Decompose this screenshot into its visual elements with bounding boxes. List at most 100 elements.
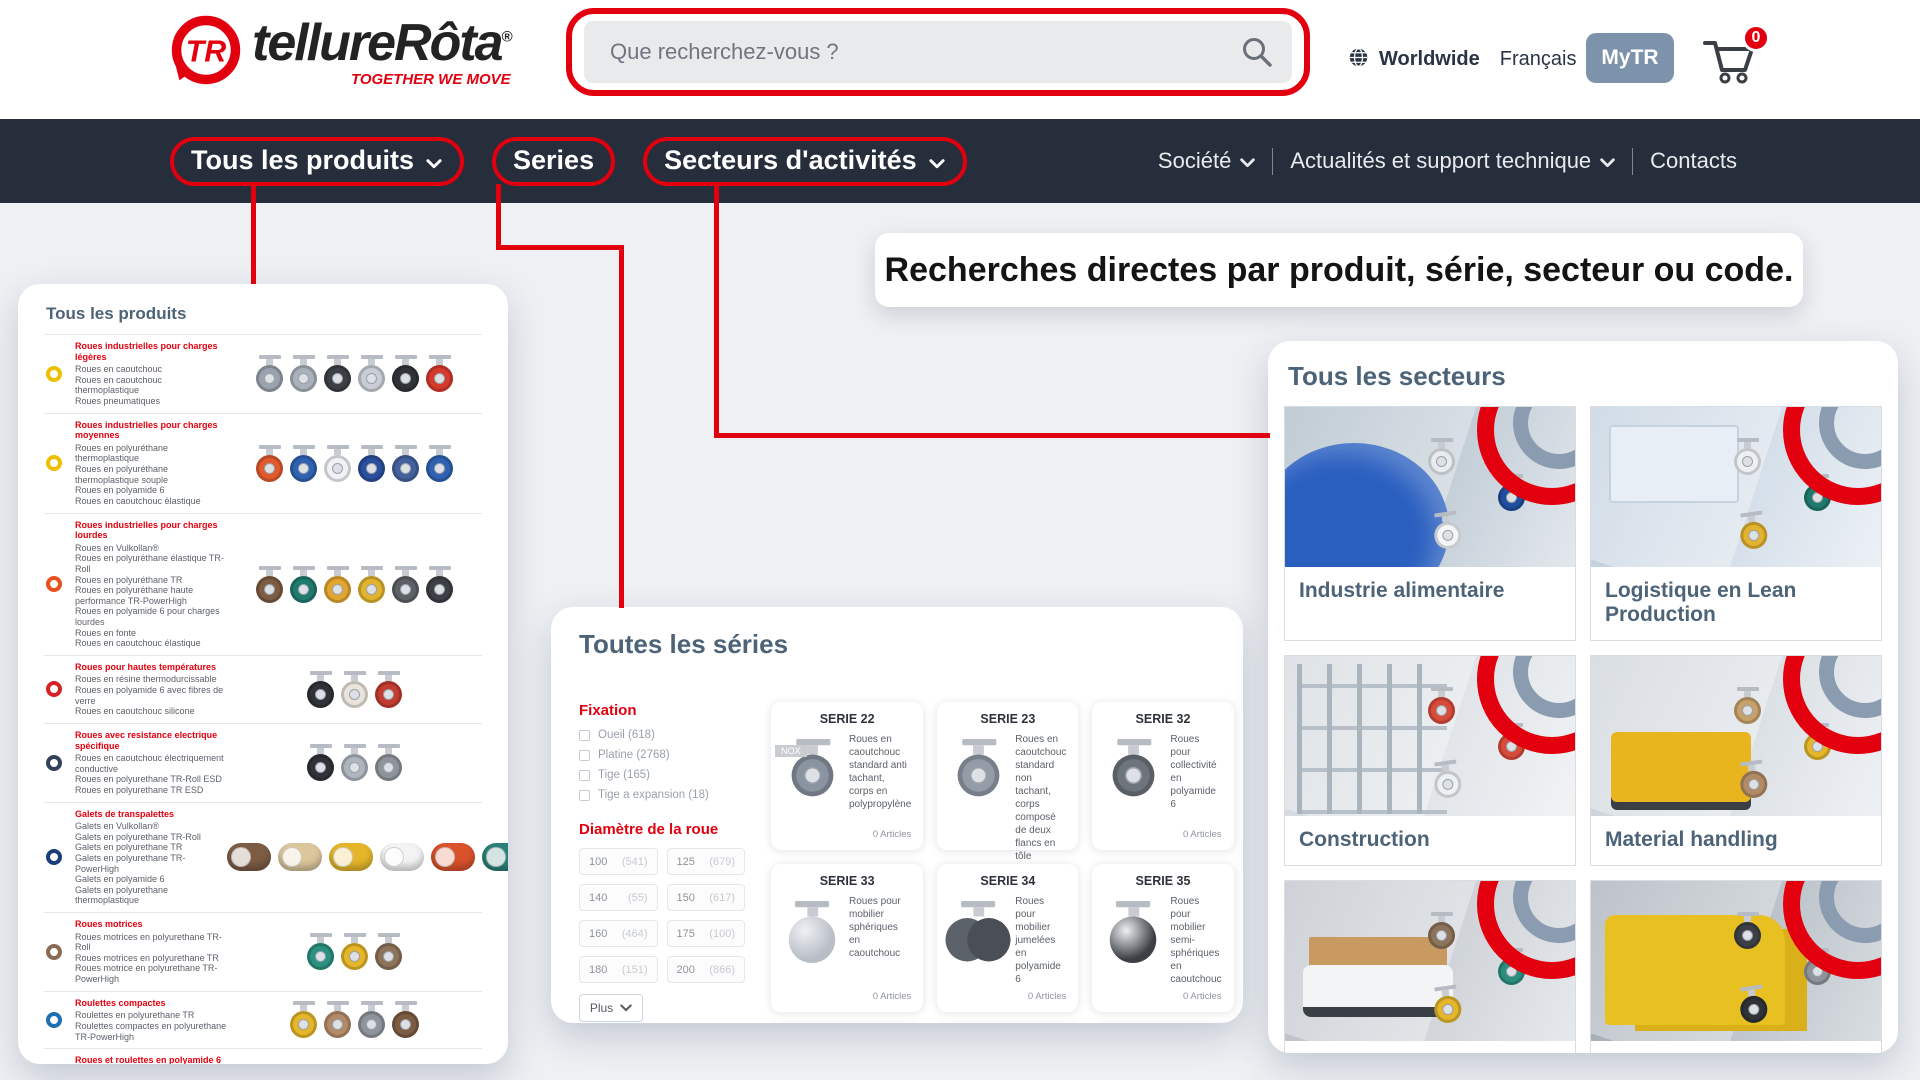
cart-button[interactable]: 0	[1702, 34, 1762, 90]
category-sub-item[interactable]: Galets en polyamide 6	[75, 874, 227, 885]
nav-item-tous-les-produits[interactable]: Tous les produits	[170, 137, 464, 186]
fixation-checkbox-option[interactable]: Oueil (618)	[579, 729, 745, 741]
diameter-filter-button[interactable]: 125(679)	[667, 848, 746, 875]
brand-logo[interactable]: TR tellureRôta® TOGETHER WE MOVE	[168, 12, 511, 93]
wheel-part	[434, 463, 445, 474]
category-sub-item[interactable]: Galets en Vulkollan®	[75, 821, 227, 832]
category-sub-item[interactable]: Roues en caoutchouc	[75, 364, 227, 375]
checkbox[interactable]	[579, 790, 590, 801]
product-category-row[interactable]: Roulettes compactesRoulettes en polyuret…	[44, 991, 482, 1048]
wheel-part	[358, 365, 385, 392]
product-category-row[interactable]: Roues et roulettes en polyamide 6 confor…	[44, 1048, 482, 1064]
product-category-row[interactable]: Roues motrices Roues motrices en polyuret…	[44, 912, 482, 991]
category-sub-item[interactable]: Roues en caoutchouc électriquement condu…	[75, 753, 227, 774]
fixation-checkbox-option[interactable]: Platine (2768)	[579, 749, 745, 761]
language-selector[interactable]: Français	[1500, 48, 1577, 71]
search-bar[interactable]	[584, 21, 1292, 83]
more-filters-button[interactable]: Plus	[579, 994, 643, 1022]
category-sub-item[interactable]: Roues en polyuréthane thermoplastique so…	[75, 464, 227, 485]
category-sub-item[interactable]: Roues pneumatiques	[75, 396, 227, 407]
category-sub-item[interactable]: Roues en polyurethane TR ESD	[75, 785, 227, 796]
category-sub-item[interactable]: Roulettes compactes en polyurethane TR-P…	[75, 1021, 227, 1042]
wheel-image	[358, 566, 385, 603]
checkbox[interactable]	[579, 770, 590, 781]
category-title[interactable]: Roues industrielles pour charges moyenne…	[75, 420, 227, 441]
category-sub-item[interactable]: Roues motrices en polyurethane TR	[75, 953, 227, 964]
series-card[interactable]: SERIE 32Roues pour collectivité en polya…	[1092, 702, 1233, 850]
category-sub-item[interactable]: Roues en fonte	[75, 628, 227, 639]
category-sub-item[interactable]: Roues en polyuréthane thermoplastique	[75, 443, 227, 464]
sector-card[interactable]: Material handling	[1590, 655, 1882, 866]
diameter-filter-button[interactable]: 200(866)	[667, 956, 746, 983]
series-card[interactable]: SERIE 33Roues pour mobilier sphériques e…	[771, 864, 923, 1012]
diameter-filter-button[interactable]: 150(617)	[667, 884, 746, 911]
fixation-checkbox-option[interactable]: Tige a expansion (18)	[579, 789, 745, 801]
category-sub-item[interactable]: Roues en polyamide 6 pour charges lourde…	[75, 606, 227, 627]
category-sub-item[interactable]: Roues en polyuréthane haute performance …	[75, 585, 227, 606]
mytr-button[interactable]: MyTR	[1586, 33, 1674, 83]
sector-card[interactable]: Construction	[1284, 655, 1576, 866]
product-category-row[interactable]: Roues industrielles pour charges légères…	[44, 334, 482, 413]
nav-item-secteurs-d-activit-s[interactable]: Secteurs d'activités	[643, 137, 967, 186]
locale-switcher: Worldwide Français	[1348, 0, 1576, 119]
category-sub-item[interactable]: Galets en polyurethane TR-Roll	[75, 832, 227, 843]
series-card[interactable]: SERIE 22NOXRoues en caoutchouc standard …	[771, 702, 923, 850]
diameter-filter-button[interactable]: 175(100)	[667, 920, 746, 947]
nav-item-contacts[interactable]: Contacts	[1650, 148, 1737, 174]
category-sub-item[interactable]: Roues en polyamide 6	[75, 485, 227, 496]
category-sub-item[interactable]: Roues en caoutchouc silicone	[75, 706, 227, 717]
region-selector[interactable]: Worldwide	[1379, 48, 1480, 71]
category-sub-item[interactable]: Roues motrice en polyurethane TR-PowerHi…	[75, 963, 227, 984]
nav-item-actualit-s-et-support-technique[interactable]: Actualités et support technique	[1290, 148, 1615, 174]
nav-item-series[interactable]: Series	[492, 137, 615, 186]
category-title[interactable]: Roulettes compactes	[75, 998, 227, 1009]
category-title[interactable]: Roues motrices	[75, 919, 227, 930]
category-sub-item[interactable]: Galets en polyurethane TR	[75, 842, 227, 853]
product-category-row[interactable]: Roues avec resistance electrique spécifi…	[44, 723, 482, 802]
series-card[interactable]: SERIE 35Roues pour mobilier semi-sphériq…	[1092, 864, 1233, 1012]
category-sub-item[interactable]: Roues en Vulkollan®	[75, 543, 227, 554]
series-card[interactable]: SERIE 23Roues en caoutchouc standard non…	[937, 702, 1078, 850]
category-sub-item[interactable]: Roues en polyamide 6 avec fibres de verr…	[75, 685, 227, 706]
checkbox[interactable]	[579, 750, 590, 761]
category-sub-item[interactable]: Galets en polyurethane TR-PowerHigh	[75, 853, 227, 874]
diameter-filter-button[interactable]: 160(464)	[579, 920, 658, 947]
product-category-row[interactable]: Roues industrielles pour charges moyenne…	[44, 413, 482, 513]
series-card-description: Roues pour mobilier semi-sphériques en c…	[1170, 895, 1221, 991]
wheel-image	[256, 445, 283, 482]
wheel-part	[1433, 769, 1463, 799]
product-category-row[interactable]: Galets de transpalettesGalets en Vulkoll…	[44, 802, 482, 912]
category-sub-item[interactable]: Roues en caoutchouc élastique	[75, 638, 227, 649]
sector-card[interactable]: Logistique en Lean Production	[1590, 406, 1882, 641]
diameter-filter-button[interactable]: 180(151)	[579, 956, 658, 983]
sector-card[interactable]: Industrie alimentaire	[1284, 406, 1576, 641]
category-title[interactable]: Roues et roulettes en polyamide 6 confor…	[75, 1055, 227, 1064]
category-sub-item[interactable]: Roues en résine thermodurcissable	[75, 674, 227, 685]
search-input[interactable]	[584, 39, 1292, 65]
category-sub-item[interactable]: Roues en caoutchouc élastique	[75, 496, 227, 507]
nav-item-soci-t-[interactable]: Société	[1158, 148, 1255, 174]
category-sub-item[interactable]: Roues en polyurethane TR-Roll ESD	[75, 774, 227, 785]
category-sub-item[interactable]: Roues motrices en polyurethane TR-Roll	[75, 932, 227, 953]
checkbox[interactable]	[579, 730, 590, 741]
product-category-row[interactable]: Roues industrielles pour charges lourdes…	[44, 513, 482, 655]
category-sub-item[interactable]: Roues en polyuréthane TR	[75, 575, 227, 586]
sector-card[interactable]: Écologie	[1590, 880, 1882, 1053]
category-title[interactable]: Roues avec resistance electrique spécifi…	[75, 730, 227, 751]
diameter-filter-button[interactable]: 140(55)	[579, 884, 658, 911]
category-sub-item[interactable]: Roulettes en polyurethane TR	[75, 1010, 227, 1021]
product-category-row[interactable]: Roues pour hautes températuresRoues en r…	[44, 655, 482, 723]
category-sub-item[interactable]: Galets en polyurethane thermoplastique	[75, 885, 227, 906]
sector-card[interactable]: Systèmes robotisés	[1284, 880, 1576, 1053]
category-title[interactable]: Roues industrielles pour charges légères	[75, 341, 227, 362]
search-icon[interactable]	[1240, 35, 1274, 74]
wheel-part	[307, 681, 334, 708]
wheel-part	[351, 675, 358, 681]
category-title[interactable]: Roues industrielles pour charges lourdes	[75, 520, 227, 541]
category-title[interactable]: Roues pour hautes températures	[75, 662, 227, 673]
category-sub-item[interactable]: Roues en polyuréthane élastique TR-Roll	[75, 553, 227, 574]
fixation-checkbox-option[interactable]: Tige (165)	[579, 769, 745, 781]
category-sub-item[interactable]: Roues en caoutchouc thermoplastique	[75, 375, 227, 396]
diameter-filter-button[interactable]: 100(541)	[579, 848, 658, 875]
category-title[interactable]: Galets de transpalettes	[75, 809, 227, 820]
